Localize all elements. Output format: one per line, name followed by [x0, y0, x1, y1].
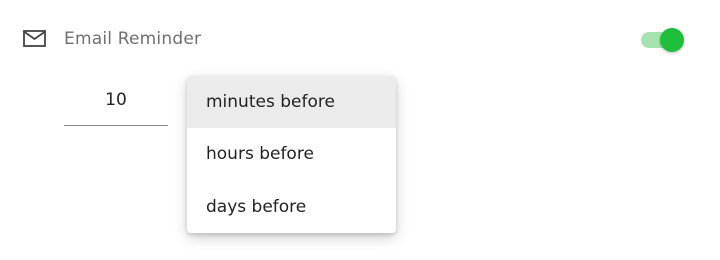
menu-item-days-before[interactable]: days before [187, 181, 396, 233]
reminder-amount-input[interactable] [74, 90, 158, 110]
reminder-toggle[interactable] [638, 26, 688, 54]
reminder-unit-menu: minutes before hours before days before [187, 76, 396, 233]
toggle-thumb [660, 28, 684, 52]
menu-item-hours-before[interactable]: hours before [187, 128, 396, 180]
email-reminder-row: Email Reminder [0, 0, 720, 80]
reminder-amount-field[interactable] [64, 82, 168, 126]
mail-icon [22, 28, 48, 50]
menu-item-minutes-before[interactable]: minutes before [187, 76, 396, 128]
reminder-title: Email Reminder [64, 29, 202, 49]
